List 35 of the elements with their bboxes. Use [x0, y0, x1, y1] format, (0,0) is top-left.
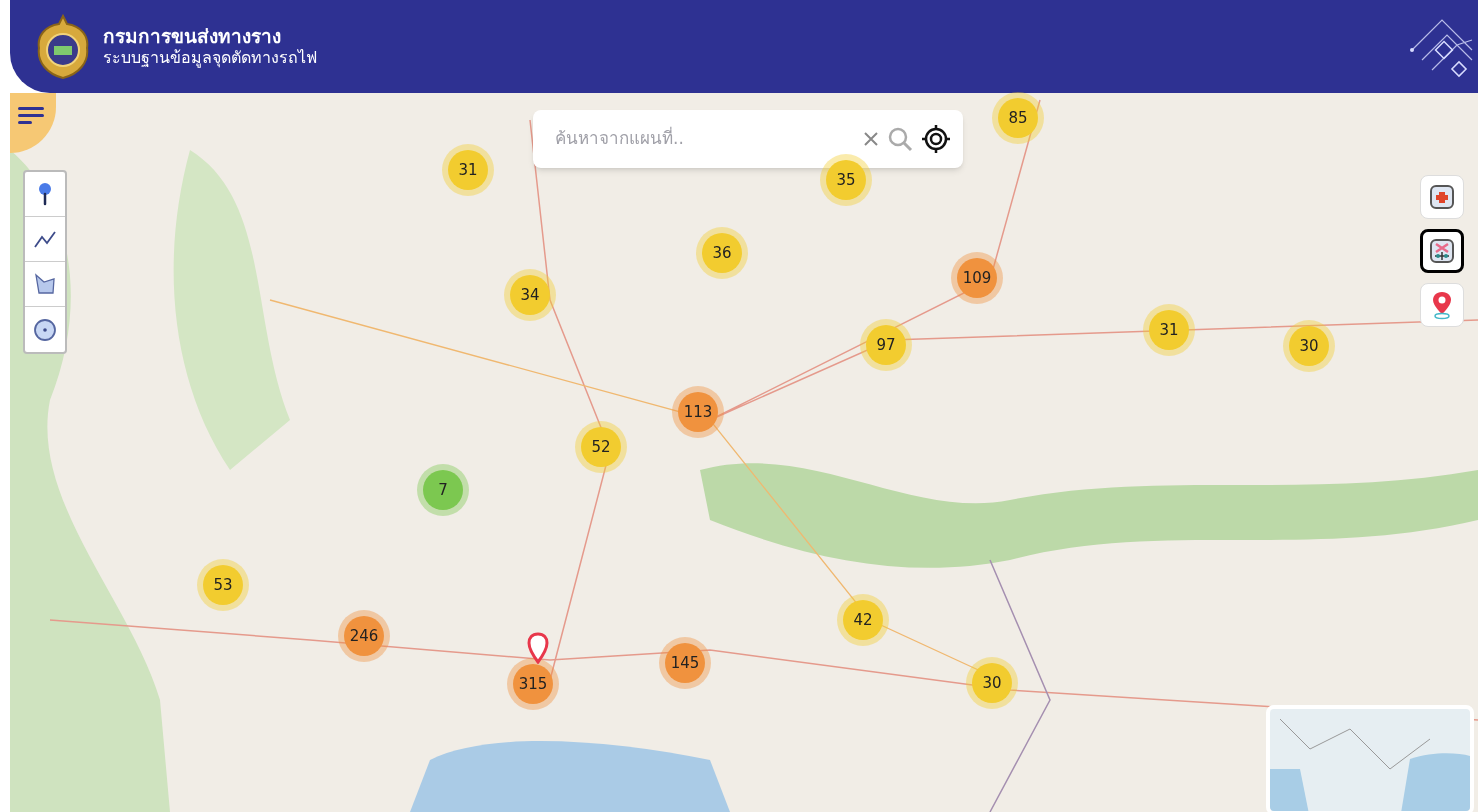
- cluster-marker[interactable]: 97: [860, 319, 912, 371]
- location-pin-icon: [1430, 290, 1454, 320]
- cluster-marker[interactable]: 36: [696, 227, 748, 279]
- cluster-marker[interactable]: 30: [1283, 320, 1335, 372]
- emblem-icon: [35, 13, 91, 80]
- cluster-marker[interactable]: 31: [1143, 304, 1195, 356]
- search-icon[interactable]: [887, 126, 913, 152]
- header-subtitle: ระบบฐานข้อมูลจุดตัดทางรถไฟ: [103, 48, 317, 69]
- close-icon[interactable]: [863, 131, 879, 147]
- cluster-marker[interactable]: 34: [504, 269, 556, 321]
- cluster-marker[interactable]: 7: [417, 464, 469, 516]
- search-bar[interactable]: ค้นหาจากแผนที่..: [533, 110, 963, 168]
- cluster-marker[interactable]: 42: [837, 594, 889, 646]
- cluster-marker[interactable]: 31: [442, 144, 494, 196]
- cluster-marker[interactable]: 109: [951, 252, 1003, 304]
- cluster-marker[interactable]: 53: [197, 559, 249, 611]
- header-title: กรมการขนส่งทางราง: [103, 24, 282, 49]
- cluster-marker[interactable]: 246: [338, 610, 390, 662]
- cluster-marker[interactable]: 113: [672, 386, 724, 438]
- cluster-marker[interactable]: 85: [992, 92, 1044, 144]
- locate-icon[interactable]: [921, 124, 951, 154]
- location-pin-icon: [526, 632, 550, 664]
- pin-icon: [38, 182, 52, 206]
- cluster-marker[interactable]: 315: [507, 658, 559, 710]
- map-layer-button[interactable]: [1420, 229, 1464, 273]
- cluster-marker[interactable]: 145: [659, 637, 711, 689]
- first-aid-icon: [1429, 184, 1455, 210]
- cluster-marker[interactable]: 30: [966, 657, 1018, 709]
- cluster-marker[interactable]: 35: [820, 154, 872, 206]
- polygon-icon: [34, 273, 56, 295]
- polyline-icon: [33, 229, 57, 249]
- cluster-marker[interactable]: 52: [575, 421, 627, 473]
- search-field[interactable]: ค้นหาจากแผนที่..: [555, 126, 855, 152]
- railway-crossing-icon: [1429, 238, 1455, 264]
- circle-icon: [33, 317, 57, 342]
